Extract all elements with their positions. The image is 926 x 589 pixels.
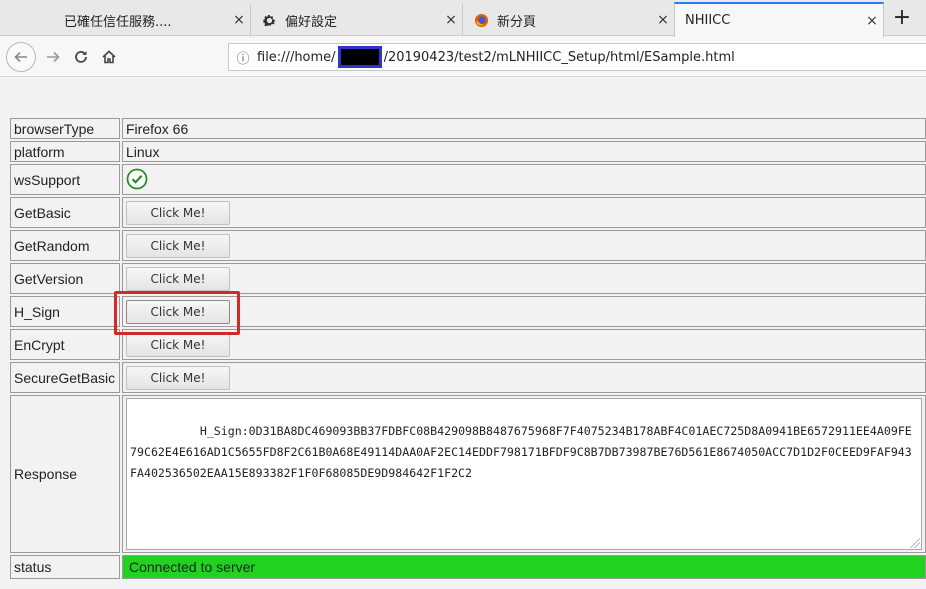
tab-close-icon[interactable]: ×: [440, 12, 462, 28]
button-cell: Click Me!: [122, 329, 926, 360]
button-cell: Click Me!: [122, 296, 926, 327]
table-row: wsSupport: [10, 164, 926, 195]
row-label: EnCrypt: [10, 329, 120, 360]
check-circle-icon: [126, 168, 148, 193]
tab-trusted-services[interactable]: 已確任信任服務.... ×: [40, 4, 250, 36]
tab-title: 新分頁: [497, 14, 537, 30]
row-label: GetBasic: [10, 197, 120, 228]
firefox-icon: [473, 12, 489, 28]
row-label: H_Sign: [10, 296, 120, 327]
url-prefix: file:///home/: [257, 49, 336, 65]
url-suffix: /20190423/test2/mLNHIICC_Setup/html/ESam…: [383, 49, 735, 65]
table-row: GetRandom Click Me!: [10, 230, 926, 261]
table-row: Response H_Sign:0D31BA8DC469093BB37FDBFC…: [10, 395, 926, 553]
table-row: EnCrypt Click Me!: [10, 329, 926, 360]
row-label: wsSupport: [10, 164, 120, 195]
tab-new-tab[interactable]: 新分頁 ×: [462, 4, 674, 36]
page-content: browserType Firefox 66 platform Linux ws…: [0, 78, 926, 589]
get-basic-button[interactable]: Click Me!: [126, 200, 230, 225]
button-cell: Click Me!: [122, 362, 926, 393]
row-label: Response: [10, 395, 120, 553]
redaction-box: [337, 46, 382, 68]
reload-icon: [75, 51, 87, 63]
platform-value: Linux: [122, 141, 926, 162]
button-cell: Click Me!: [122, 263, 926, 294]
row-label: SecureGetBasic: [10, 362, 120, 393]
table-row: H_Sign Click Me!: [10, 296, 926, 327]
tab-strip: 已確任信任服務.... × 偏好設定 × 新分頁 × NHIICC × +: [0, 0, 926, 37]
row-label: GetVersion: [10, 263, 120, 294]
forward-button[interactable]: [40, 44, 66, 70]
reload-button[interactable]: [68, 44, 94, 70]
resize-grip-icon[interactable]: [910, 538, 920, 548]
device-test-table: browserType Firefox 66 platform Linux ws…: [8, 116, 926, 581]
table-row: platform Linux: [10, 141, 926, 162]
table-row: browserType Firefox 66: [10, 118, 926, 139]
back-button[interactable]: [6, 42, 36, 72]
table-row: GetVersion Click Me!: [10, 263, 926, 294]
table-row: GetBasic Click Me!: [10, 197, 926, 228]
row-label: browserType: [10, 118, 120, 139]
new-tab-button[interactable]: +: [884, 4, 920, 34]
home-button[interactable]: [96, 44, 122, 70]
home-icon: [102, 50, 116, 64]
browser-type-value: Firefox 66: [122, 118, 926, 139]
encrypt-button[interactable]: Click Me!: [126, 332, 230, 357]
tab-close-icon[interactable]: ×: [652, 12, 674, 28]
secure-get-basic-button[interactable]: Click Me!: [126, 365, 230, 390]
ws-support-value: [122, 164, 926, 195]
info-icon[interactable]: ⓘ: [229, 48, 257, 67]
url-bar[interactable]: ⓘ file:///home/ /20190423/test2/mLNHIICC…: [228, 43, 926, 71]
tab-title: NHIICC: [685, 13, 731, 28]
navigation-bar: ⓘ file:///home/ /20190423/test2/mLNHIICC…: [0, 37, 926, 77]
response-cell: H_Sign:0D31BA8DC469093BB37FDBFC08B429098…: [122, 395, 926, 553]
row-label: status: [10, 555, 120, 579]
get-random-button[interactable]: Click Me!: [126, 233, 230, 258]
get-version-button[interactable]: Click Me!: [126, 266, 230, 291]
table-row: status Connected to server: [10, 555, 926, 579]
arrow-left-icon: [14, 51, 27, 63]
button-cell: Click Me!: [122, 197, 926, 228]
row-label: platform: [10, 141, 120, 162]
tab-close-icon[interactable]: ×: [861, 13, 883, 29]
button-cell: Click Me!: [122, 230, 926, 261]
tab-nhiicc[interactable]: NHIICC ×: [674, 2, 884, 37]
arrow-right-icon: [47, 51, 60, 63]
table-row: SecureGetBasic Click Me!: [10, 362, 926, 393]
status-value: Connected to server: [122, 555, 926, 579]
h-sign-button[interactable]: Click Me!: [126, 299, 230, 324]
gear-icon: [261, 12, 277, 28]
response-textarea[interactable]: H_Sign:0D31BA8DC469093BB37FDBFC08B429098…: [126, 398, 922, 550]
row-label: GetRandom: [10, 230, 120, 261]
response-text: H_Sign:0D31BA8DC469093BB37FDBFC08B429098…: [130, 424, 912, 480]
tab-title: 偏好設定: [285, 14, 338, 30]
tab-close-icon[interactable]: ×: [228, 12, 250, 28]
tab-preferences[interactable]: 偏好設定 ×: [250, 4, 462, 36]
tab-title: 已確任信任服務....: [64, 14, 172, 30]
